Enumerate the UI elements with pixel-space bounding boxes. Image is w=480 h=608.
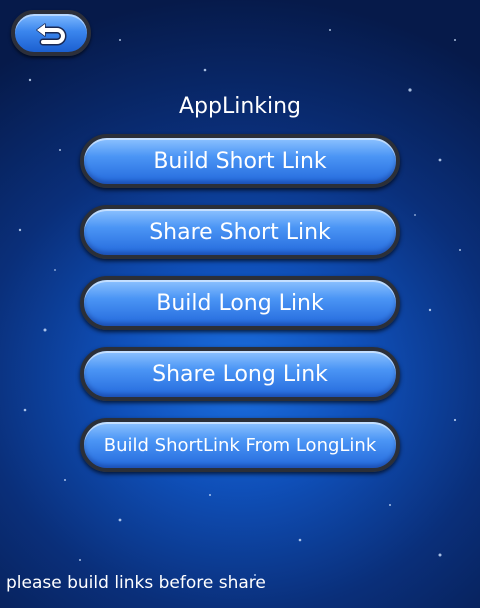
page-title: AppLinking <box>178 94 302 119</box>
build-short-link-button[interactable]: Build Short Link <box>80 134 400 188</box>
build-shortlink-from-longlink-button[interactable]: Build ShortLink From LongLink <box>80 418 400 472</box>
back-button[interactable] <box>11 10 91 56</box>
action-menu: Build Short Link Share Short Link Build … <box>80 134 400 489</box>
status-text: please build links before share <box>6 573 266 593</box>
back-arrow-icon <box>36 23 67 46</box>
share-short-link-button[interactable]: Share Short Link <box>80 205 400 259</box>
share-long-link-button[interactable]: Share Long Link <box>80 347 400 401</box>
build-long-link-button[interactable]: Build Long Link <box>80 276 400 330</box>
